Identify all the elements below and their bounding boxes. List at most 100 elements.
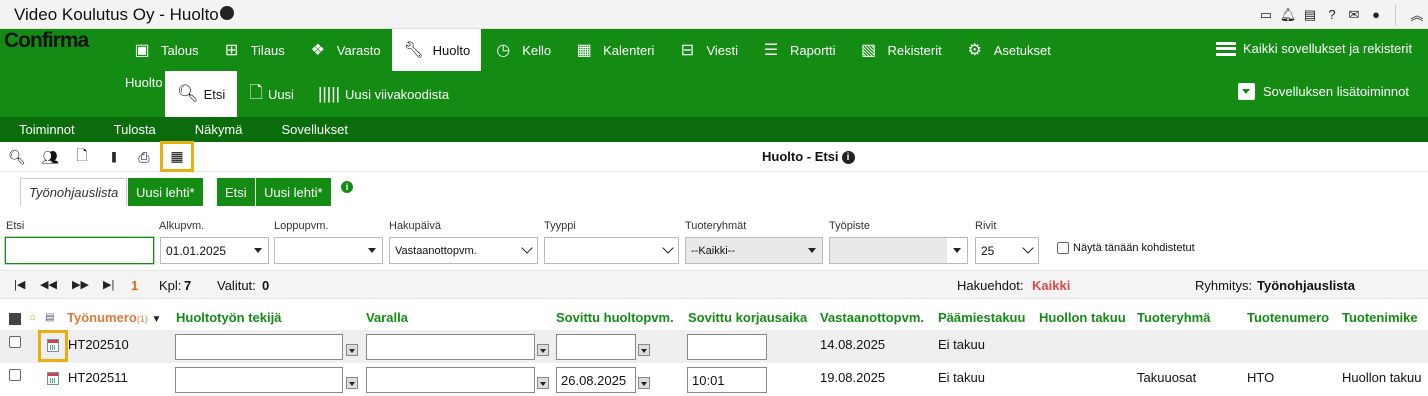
dropdown-arrow-icon[interactable] <box>537 344 549 356</box>
calendar-icon[interactable] <box>47 339 59 352</box>
all-apps-link[interactable]: Kaikki sovellukset ja rekisterit <box>1216 41 1412 56</box>
tab-tyonohjauslista[interactable]: Työnohjauslista <box>20 178 128 206</box>
col-vastaanotto[interactable]: Vastaanottopvm. <box>820 310 924 325</box>
search-input[interactable] <box>5 237 154 264</box>
additional-functions-button[interactable]: Sovelluksen lisätoiminnot <box>1238 83 1409 100</box>
rows-select[interactable]: 25 <box>975 237 1039 264</box>
sovittu-aika-input[interactable]: 10:01 <box>687 367 767 393</box>
news-icon[interactable]: ▤ <box>1299 7 1321 23</box>
mail-icon[interactable]: ✉ <box>1343 7 1365 23</box>
globe-icon[interactable] <box>220 6 234 20</box>
subnav-etsi[interactable]: 🔍︎ Etsi <box>165 71 238 117</box>
subnav-section-label: Huolto <box>125 75 163 90</box>
barcode-icon[interactable]: |||| <box>103 147 123 167</box>
tab-info-icon[interactable]: i <box>341 181 353 193</box>
cell-paamies: Ei takuu <box>938 370 985 385</box>
grouping-label: Ryhmitys: <box>1195 278 1253 293</box>
tekija-input[interactable] <box>175 367 343 393</box>
tab-etsi[interactable]: Etsi <box>217 178 255 206</box>
menu-toiminnot[interactable]: Toiminnot <box>19 122 75 137</box>
col-tekija[interactable]: Huoltotyön tekijä <box>176 310 281 325</box>
nav-kello[interactable]: ◷ Kello <box>481 29 562 71</box>
end-date-field[interactable] <box>274 237 383 264</box>
tab-uusi-lehti-2[interactable]: Uusi lehti* <box>256 178 331 206</box>
dropdown-arrow-icon[interactable] <box>802 238 822 263</box>
col-tyonumero[interactable]: Työnumero(1) ▼ <box>67 310 161 325</box>
dropdown-arrow-icon[interactable] <box>362 238 382 263</box>
collapse-up-icon[interactable]: ︽ <box>1406 5 1428 24</box>
calendar-icon[interactable]: ▦ <box>160 141 194 172</box>
product-group-select[interactable]: --Kaikki-- <box>685 237 823 264</box>
window-icon[interactable]: ▭ <box>1255 7 1277 23</box>
nav-rekisterit[interactable]: ▧ Rekisterit <box>847 29 953 71</box>
workstation-select[interactable] <box>829 237 968 264</box>
nav-asetukset[interactable]: ⚙ Asetukset <box>953 29 1062 71</box>
varalla-input[interactable] <box>366 334 535 360</box>
help-icon[interactable]: ? <box>1321 7 1343 22</box>
cell-tyonumero[interactable]: HT202511 <box>68 370 128 385</box>
current-page[interactable]: 1 <box>131 278 138 293</box>
nav-huolto[interactable]: 🔧︎ Huolto <box>391 29 482 71</box>
info-icon[interactable]: i <box>841 151 855 165</box>
search-date-select[interactable]: Vastaanottopvm. <box>389 237 538 264</box>
nav-talous[interactable]: ▣ Talous <box>120 29 210 71</box>
col-tuoteryhma[interactable]: Tuoteryhmä <box>1137 310 1210 325</box>
sovittu-pvm-input[interactable]: 26.08.2025 <box>556 367 636 393</box>
sovittu-pvm-input[interactable] <box>556 334 636 360</box>
lock-icon: ⌂ <box>30 312 37 323</box>
dropdown-arrow-icon[interactable] <box>346 344 358 356</box>
col-sovittu-aika[interactable]: Sovittu korjausaika <box>688 310 807 325</box>
criteria-value[interactable]: Kaikki <box>1032 278 1070 293</box>
count-value: 7 <box>184 278 192 293</box>
search-icon[interactable]: 🔍︎ <box>7 147 27 167</box>
nav-viesti[interactable]: ⊟ Viesti <box>665 29 749 71</box>
col-tuotenimike[interactable]: Tuotenimike <box>1342 310 1418 325</box>
dropdown-arrow-icon[interactable] <box>947 238 967 263</box>
bell-icon[interactable]: 🔔︎ <box>1277 7 1299 23</box>
type-select[interactable] <box>544 237 679 264</box>
menu-sovellukset[interactable]: Sovellukset <box>281 122 347 137</box>
subnav-uusi[interactable]: 🗋 Uusi <box>237 71 306 117</box>
calendar-icon[interactable] <box>47 372 59 385</box>
subnav-uusi-viivakoodista[interactable]: ||||| Uusi viivakoodista <box>306 71 461 117</box>
table-row[interactable]: HT202511 26.08.2025 10:01 19.08.2025 Ei … <box>0 363 1428 396</box>
col-paamies[interactable]: Päämiestakuu <box>938 310 1025 325</box>
document-icon[interactable]: 🗋 <box>72 147 92 167</box>
nav-tilaus[interactable]: ⊞ Tilaus <box>210 29 296 71</box>
varalla-input[interactable] <box>366 367 535 393</box>
tab-uusi-lehti-1[interactable]: Uusi lehti* <box>128 178 203 206</box>
nav-varasto[interactable]: ❖ Varasto <box>296 29 392 71</box>
dropdown-arrow-icon[interactable] <box>346 377 358 389</box>
cell-tyonumero[interactable]: HT202510 <box>68 337 129 352</box>
first-page-icon[interactable]: |◀ <box>14 278 25 291</box>
col-huollon-takuu[interactable]: Huollon takuu <box>1039 310 1126 325</box>
last-page-icon[interactable]: ▶| <box>103 278 114 291</box>
menu-tulosta[interactable]: Tulosta <box>114 122 156 137</box>
start-date-field[interactable]: 01.01.2025 <box>160 237 269 264</box>
user-icon[interactable]: ● <box>1365 7 1387 22</box>
nav-raportti[interactable]: ☰ Raportti <box>749 29 847 71</box>
dropdown-arrow-icon[interactable] <box>638 344 650 356</box>
col-varalla[interactable]: Varalla <box>366 310 408 325</box>
row-checkbox[interactable] <box>9 336 21 348</box>
gears-icon: ⚙ <box>967 42 982 59</box>
print-icon[interactable]: ⎙ <box>134 147 154 167</box>
table-row[interactable]: HT202510 14.08.2025 Ei takuu <box>0 330 1428 363</box>
prev-page-icon[interactable]: ◀◀ <box>40 278 57 291</box>
col-tuotenumero[interactable]: Tuotenumero <box>1247 310 1329 325</box>
select-all-dropdown[interactable] <box>9 313 21 325</box>
sovittu-aika-input[interactable] <box>687 334 767 360</box>
col-sovittu-pvm[interactable]: Sovittu huoltopvm. <box>556 310 674 325</box>
nav-kalenteri[interactable]: ▦ Kalenteri <box>562 29 665 71</box>
next-page-icon[interactable]: ▶▶ <box>72 278 89 291</box>
users-icon[interactable]: 👥︎ <box>40 147 60 167</box>
dropdown-arrow-icon[interactable] <box>638 377 650 389</box>
dropdown-arrow-icon[interactable] <box>248 238 268 263</box>
cell-tuotenumero: HTO <box>1247 370 1275 385</box>
menu-nakyma[interactable]: Näkymä <box>195 122 243 137</box>
calendar-icon: ▦ <box>576 42 592 59</box>
row-checkbox[interactable] <box>9 369 21 381</box>
today-checkbox[interactable] <box>1057 242 1069 254</box>
dropdown-arrow-icon[interactable] <box>537 377 549 389</box>
tekija-input[interactable] <box>175 334 343 360</box>
